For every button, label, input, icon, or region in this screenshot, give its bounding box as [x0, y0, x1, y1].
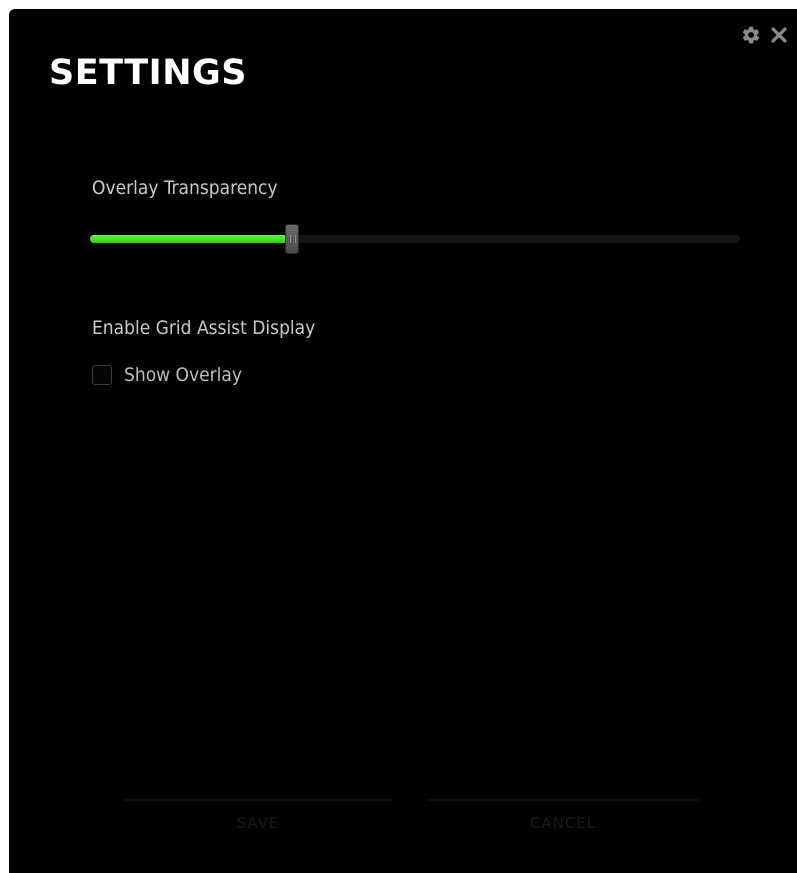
- close-icon[interactable]: [768, 24, 790, 46]
- slider-thumb[interactable]: [284, 224, 299, 254]
- settings-window: SETTINGS Overlay Transparency Enable Gri…: [9, 9, 797, 873]
- page-title: SETTINGS: [49, 53, 247, 93]
- window-controls: [740, 24, 790, 46]
- cancel-button[interactable]: CANCEL: [427, 799, 699, 845]
- show-overlay-checkbox[interactable]: [92, 365, 112, 385]
- gear-icon[interactable]: [740, 24, 762, 46]
- transparency-slider[interactable]: [90, 224, 740, 254]
- grid-assist-label: Enable Grid Assist Display: [92, 317, 316, 339]
- slider-fill: [90, 235, 292, 243]
- show-overlay-label: Show Overlay: [124, 364, 242, 386]
- save-button[interactable]: SAVE: [124, 799, 392, 845]
- transparency-label: Overlay Transparency: [92, 177, 278, 199]
- show-overlay-option[interactable]: Show Overlay: [92, 364, 242, 386]
